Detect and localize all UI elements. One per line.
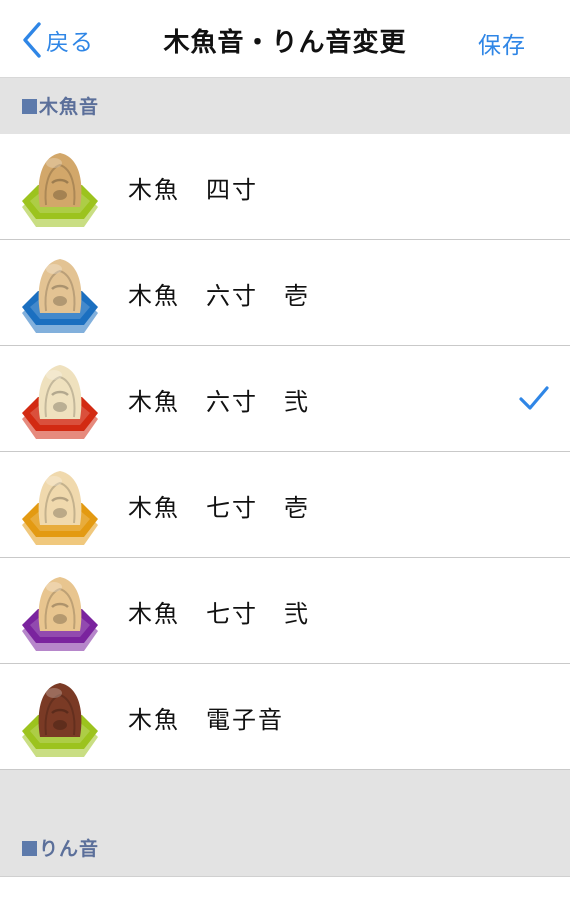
back-label: 戻る xyxy=(46,30,94,56)
section-header-mokugyo: 木魚音 xyxy=(0,78,570,134)
section-header-rin: りん音 xyxy=(0,770,570,876)
mokugyo-thumbnail xyxy=(16,355,104,443)
list-item[interactable]: 木魚 七寸 壱 xyxy=(0,452,570,558)
list-item[interactable]: 木魚 七寸 弐 xyxy=(0,558,570,664)
section-label-mokugyo: 木魚音 xyxy=(22,92,99,119)
list-item-label: 木魚 六寸 壱 xyxy=(128,282,310,310)
list-item[interactable]: 木魚 電子音 xyxy=(0,664,570,770)
checkmark-icon xyxy=(518,384,550,416)
navigation-bar: 戻る 木魚音・りん音変更 保存 xyxy=(0,0,570,78)
list-item-label: 木魚 四寸 xyxy=(128,176,258,204)
list-item-label: 木魚 七寸 弐 xyxy=(128,600,310,628)
mokugyo-thumbnail xyxy=(16,461,104,549)
mokugyo-thumbnail xyxy=(16,673,104,761)
mokugyo-thumbnail xyxy=(16,567,104,655)
chevron-left-icon xyxy=(22,22,42,58)
list-bottom-area xyxy=(0,876,570,900)
save-button[interactable]: 保存 xyxy=(478,26,526,60)
list-item[interactable]: 木魚 六寸 壱 xyxy=(0,240,570,346)
square-bullet-icon xyxy=(22,99,37,114)
list-item[interactable]: 木魚 四寸 xyxy=(0,134,570,240)
section-label-text: りん音 xyxy=(39,838,100,860)
square-bullet-icon xyxy=(22,841,37,856)
list-item-label: 木魚 七寸 壱 xyxy=(128,494,310,522)
section-label-rin: りん音 xyxy=(22,834,99,861)
section-label-text: 木魚音 xyxy=(39,96,100,118)
back-button[interactable]: 戻る xyxy=(22,20,94,60)
list-item[interactable]: 木魚 六寸 弐 xyxy=(0,346,570,452)
mokugyo-thumbnail xyxy=(16,249,104,337)
mokugyo-thumbnail xyxy=(16,143,104,231)
list-item-label: 木魚 六寸 弐 xyxy=(128,388,310,416)
list-item-label: 木魚 電子音 xyxy=(128,706,284,734)
